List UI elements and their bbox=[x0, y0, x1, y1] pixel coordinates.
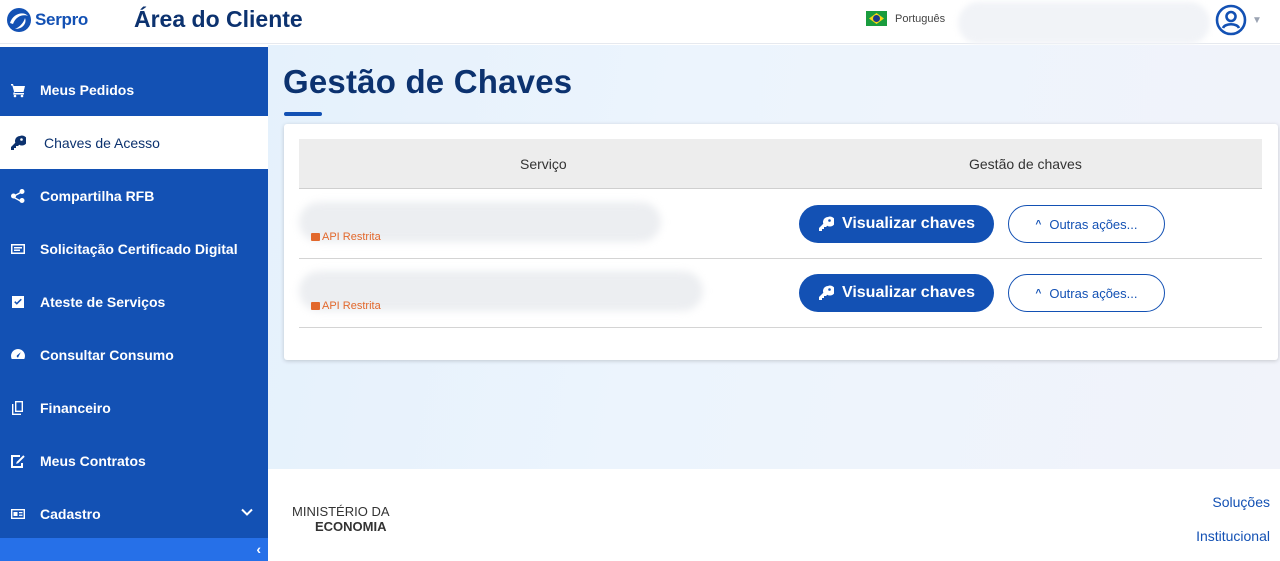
other-actions-button[interactable]: ^ Outras ações... bbox=[1008, 274, 1165, 312]
top-header: Serpro Área do Cliente Português ▼ bbox=[0, 0, 1280, 44]
table-row: API Restrita Visualizar chaves ^ Outras … bbox=[299, 190, 1262, 259]
brand-name: Serpro bbox=[35, 10, 88, 29]
column-header-gestao: Gestão de chaves bbox=[969, 156, 1082, 172]
view-keys-button[interactable]: Visualizar chaves bbox=[799, 205, 994, 243]
sidebar-item-label: Financeiro bbox=[40, 399, 111, 416]
briefcase-icon bbox=[311, 233, 320, 241]
briefcase-icon bbox=[311, 302, 320, 310]
sidebar-item-ateste-de-servicos[interactable]: Ateste de Serviços bbox=[0, 275, 268, 328]
sidebar-item-meus-contratos[interactable]: Meus Contratos bbox=[0, 434, 268, 487]
page-title: Gestão de Chaves bbox=[283, 63, 573, 100]
cart-icon bbox=[9, 81, 27, 99]
share-icon bbox=[9, 187, 27, 205]
table-row: API Restrita Visualizar chaves ^ Outras … bbox=[299, 259, 1262, 328]
sidebar-item-solicitacao-certificado[interactable]: Solicitação Certificado Digital bbox=[0, 222, 268, 275]
id-card-icon bbox=[9, 505, 27, 523]
sidebar-item-label: Ateste de Serviços bbox=[40, 293, 166, 310]
sidebar-item-label: Meus Contratos bbox=[40, 452, 146, 469]
language-selector[interactable]: Português bbox=[866, 11, 945, 26]
ministry-logo: MINISTÉRIO DA ECONOMIA bbox=[292, 504, 390, 534]
signature-icon bbox=[9, 452, 27, 470]
language-label: Português bbox=[895, 12, 946, 25]
ministry-line1: MINISTÉRIO DA bbox=[292, 504, 390, 519]
user-avatar-icon[interactable] bbox=[1214, 3, 1248, 37]
ministry-line2: ECONOMIA bbox=[315, 519, 387, 534]
chevron-left-icon: ‹ bbox=[256, 541, 261, 557]
table-header: Serviço Gestão de chaves bbox=[299, 139, 1262, 189]
copy-icon bbox=[9, 399, 27, 417]
key-icon bbox=[9, 134, 27, 152]
sidebar-item-meus-pedidos[interactable]: Meus Pedidos bbox=[0, 63, 268, 116]
service-tag: API Restrita bbox=[311, 231, 381, 243]
other-actions-label: Outras ações... bbox=[1049, 285, 1138, 301]
brazil-flag-icon bbox=[866, 11, 887, 26]
keys-table-card: Serviço Gestão de chaves API Restrita Vi… bbox=[284, 124, 1278, 360]
key-icon bbox=[818, 216, 834, 231]
sidebar-item-compartilha-rfb[interactable]: Compartilha RFB bbox=[0, 169, 268, 222]
view-keys-label: Visualizar chaves bbox=[841, 215, 976, 232]
other-actions-button[interactable]: ^ Outras ações... bbox=[1008, 205, 1165, 243]
service-tag-label: API Restrita bbox=[322, 231, 381, 243]
user-menu-caret-icon[interactable]: ▼ bbox=[1252, 15, 1262, 26]
serpro-logo[interactable]: Serpro bbox=[6, 7, 88, 33]
chevron-up-icon: ^ bbox=[1035, 287, 1042, 299]
chevron-down-icon[interactable] bbox=[240, 505, 254, 519]
sidebar-item-label: Solicitação Certificado Digital bbox=[40, 240, 238, 257]
app-title: Área do Cliente bbox=[134, 6, 303, 32]
service-tag: API Restrita bbox=[311, 300, 381, 312]
footer-link-institucional[interactable]: Institucional bbox=[1196, 528, 1270, 544]
sidebar-item-financeiro[interactable]: Financeiro bbox=[0, 381, 268, 434]
view-keys-button[interactable]: Visualizar chaves bbox=[799, 274, 994, 312]
sidebar-item-label: Compartilha RFB bbox=[40, 187, 155, 204]
gauge-icon bbox=[9, 346, 27, 364]
sidebar-item-consultar-consumo[interactable]: Consultar Consumo bbox=[0, 328, 268, 381]
main-content: Gestão de Chaves Serviço Gestão de chave… bbox=[268, 45, 1280, 469]
footer-link-solucoes[interactable]: Soluções bbox=[1212, 494, 1270, 510]
serpro-logo-icon bbox=[7, 8, 31, 32]
other-actions-label: Outras ações... bbox=[1049, 216, 1138, 232]
sidebar-item-label: Meus Pedidos bbox=[40, 81, 135, 98]
view-keys-label: Visualizar chaves bbox=[841, 284, 976, 301]
key-icon bbox=[818, 285, 834, 300]
chevron-up-icon: ^ bbox=[1035, 218, 1042, 230]
sidebar-item-label: Consultar Consumo bbox=[40, 346, 174, 363]
footer: MINISTÉRIO DA ECONOMIA Soluções Instituc… bbox=[268, 469, 1280, 561]
column-header-servico: Serviço bbox=[520, 156, 567, 172]
sidebar-collapse-button[interactable]: ‹ bbox=[0, 538, 268, 561]
sidebar-item-cadastro[interactable]: Cadastro bbox=[0, 487, 268, 540]
sidebar-item-chaves-de-acesso[interactable]: Chaves de Acesso bbox=[0, 116, 268, 169]
title-underline bbox=[284, 112, 322, 116]
service-tag-label: API Restrita bbox=[322, 300, 381, 312]
user-name-redacted bbox=[958, 2, 1210, 44]
card-icon bbox=[9, 240, 27, 258]
sidebar-item-label: Chaves de Acesso bbox=[44, 134, 160, 151]
sidebar-item-label: Cadastro bbox=[40, 505, 101, 522]
sidebar: Meus Pedidos Chaves de Acesso Compartilh… bbox=[0, 47, 268, 561]
checkbox-icon bbox=[9, 293, 27, 311]
